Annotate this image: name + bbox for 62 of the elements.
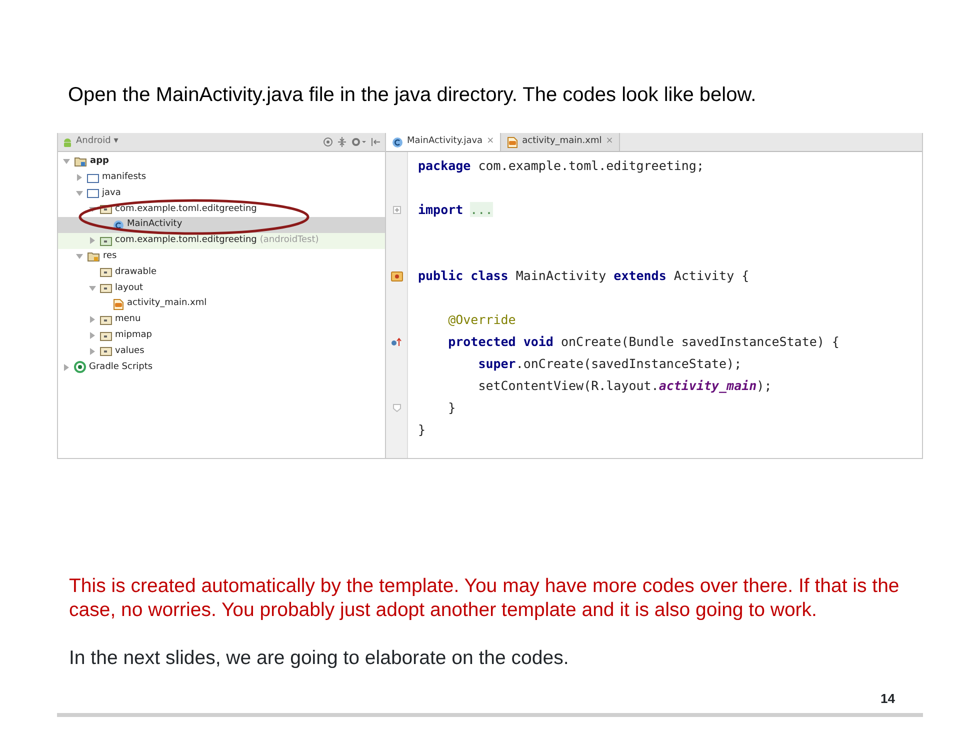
class-marker-icon [390, 270, 402, 282]
expanded-arrow-icon[interactable] [89, 206, 96, 213]
resource-folder-icon [87, 251, 100, 262]
collapse-all-icon[interactable] [337, 137, 347, 147]
instruction-text: Open the MainActivity.java file in the java directory. The codes look like below. [68, 83, 758, 108]
target-icon[interactable] [323, 137, 333, 147]
code-line: } [447, 400, 456, 415]
fold-icon[interactable] [392, 404, 400, 412]
tree-item[interactable]: com.example.toml.editgreeting [58, 201, 385, 218]
fold-icon[interactable] [392, 206, 400, 214]
collapsed-arrow-icon[interactable] [89, 348, 96, 355]
tree-item[interactable]: drawable [58, 264, 385, 280]
android-icon [62, 136, 73, 148]
code-line: package com.example.toml.editgreeting; [418, 158, 704, 173]
tree-item[interactable]: values [58, 344, 385, 360]
tree-item[interactable]: MainActivity [58, 217, 385, 233]
collapsed-arrow-icon[interactable] [63, 364, 70, 371]
code-line: public class MainActivity extends Activity { [418, 268, 750, 283]
class-icon [392, 136, 403, 148]
class-icon [113, 220, 124, 231]
view-dropdown[interactable]: Android ▾ [62, 135, 142, 149]
note-text: This is created automatically by the template. You may have more codes over there. If that is the case, no worries. You probably just adopt another template and it is also going to work. [69, 574, 900, 622]
close-icon[interactable]: × [486, 135, 494, 149]
code-line: protected void onCreate(Bundle savedInstanceState) { [447, 334, 840, 349]
collapsed-arrow-icon[interactable] [89, 332, 96, 339]
tree-item[interactable]: mipmap [58, 328, 385, 344]
settings-icon[interactable] [351, 137, 367, 147]
note-text: In the next slides, we are going to elaborate on the codes. [69, 646, 570, 670]
module-folder-icon [74, 156, 87, 168]
code-line: super.onCreate(savedInstanceState); [477, 356, 742, 371]
gradle-icon [74, 361, 86, 374]
hide-panel-icon[interactable] [371, 137, 381, 147]
layout-file-icon [113, 298, 124, 310]
editor-tab[interactable]: MainActivity.java × [386, 133, 502, 151]
folder-icon [87, 188, 99, 198]
collapsed-arrow-icon[interactable] [89, 316, 96, 324]
package-folder-icon [100, 267, 112, 278]
code-line: import ... [418, 202, 493, 217]
tree-item[interactable]: Gradle Scripts [58, 359, 385, 376]
tree-item[interactable]: layout [58, 280, 385, 296]
code-line: @Override [447, 312, 516, 327]
tree-item[interactable]: app [58, 154, 385, 170]
package-folder-icon [100, 330, 112, 341]
collapsed-arrow-icon[interactable] [76, 174, 83, 181]
package-folder-icon [100, 346, 112, 356]
folder-icon [87, 172, 99, 183]
tree-item[interactable]: res [58, 248, 385, 265]
editor-tab[interactable]: activity_main.xml × [501, 133, 620, 151]
package-folder-icon [100, 283, 112, 294]
tree-item[interactable]: com.example.toml.editgreeting (androidTest) [58, 232, 385, 249]
tree-item[interactable]: java [58, 186, 385, 202]
collapsed-arrow-icon[interactable] [89, 237, 96, 244]
page-number: 14 [880, 690, 895, 708]
override-marker-icon[interactable] [390, 337, 402, 347]
tree-item[interactable]: activity_main.xml [58, 296, 385, 312]
tree-item[interactable]: manifests [58, 170, 385, 186]
code-line: } [418, 422, 426, 437]
package-folder-icon [100, 314, 112, 325]
code-line: setContentView(R.layout.activity_main); [477, 378, 772, 393]
package-folder-icon [100, 236, 112, 246]
tree-item[interactable]: menu [58, 312, 385, 328]
layout-file-icon [507, 136, 518, 148]
